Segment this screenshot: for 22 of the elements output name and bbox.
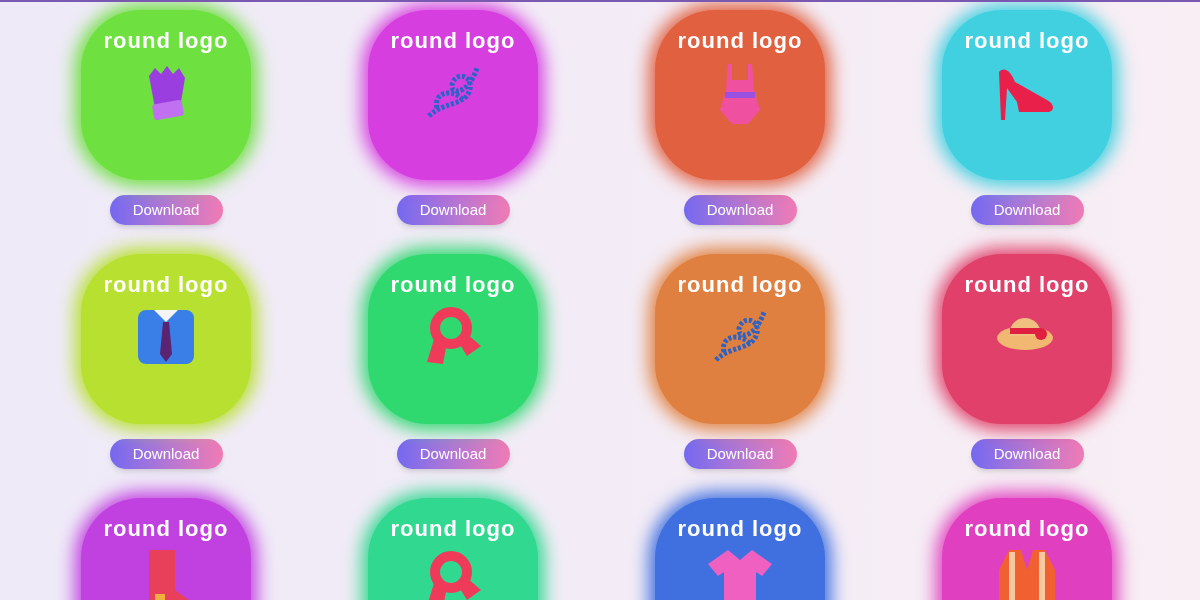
tile-title: round logo	[964, 30, 1090, 52]
tile-title: round logo	[677, 30, 803, 52]
tile-title: round logo	[677, 518, 803, 540]
download-button[interactable]: Download	[970, 195, 1084, 225]
download-button[interactable]: Download	[683, 195, 797, 225]
tile-title: round logo	[964, 518, 1090, 540]
download-button[interactable]: Download	[396, 439, 510, 469]
t-shirt-icon	[708, 550, 772, 600]
tile-title: round logo	[103, 518, 229, 540]
swimsuit-icon	[718, 62, 762, 126]
download-button[interactable]: Download	[970, 439, 1084, 469]
download-button[interactable]: Download	[109, 195, 223, 225]
tile-title: round logo	[677, 274, 803, 296]
tile-title: round logo	[390, 518, 516, 540]
download-button[interactable]: Download	[683, 439, 797, 469]
download-button[interactable]: Download	[109, 439, 223, 469]
download-button[interactable]: Download	[396, 195, 510, 225]
tile-title: round logo	[103, 274, 229, 296]
tile-title: round logo	[103, 30, 229, 52]
tile-title: round logo	[964, 274, 1090, 296]
tile-title: round logo	[390, 274, 516, 296]
tile-title: round logo	[390, 30, 516, 52]
